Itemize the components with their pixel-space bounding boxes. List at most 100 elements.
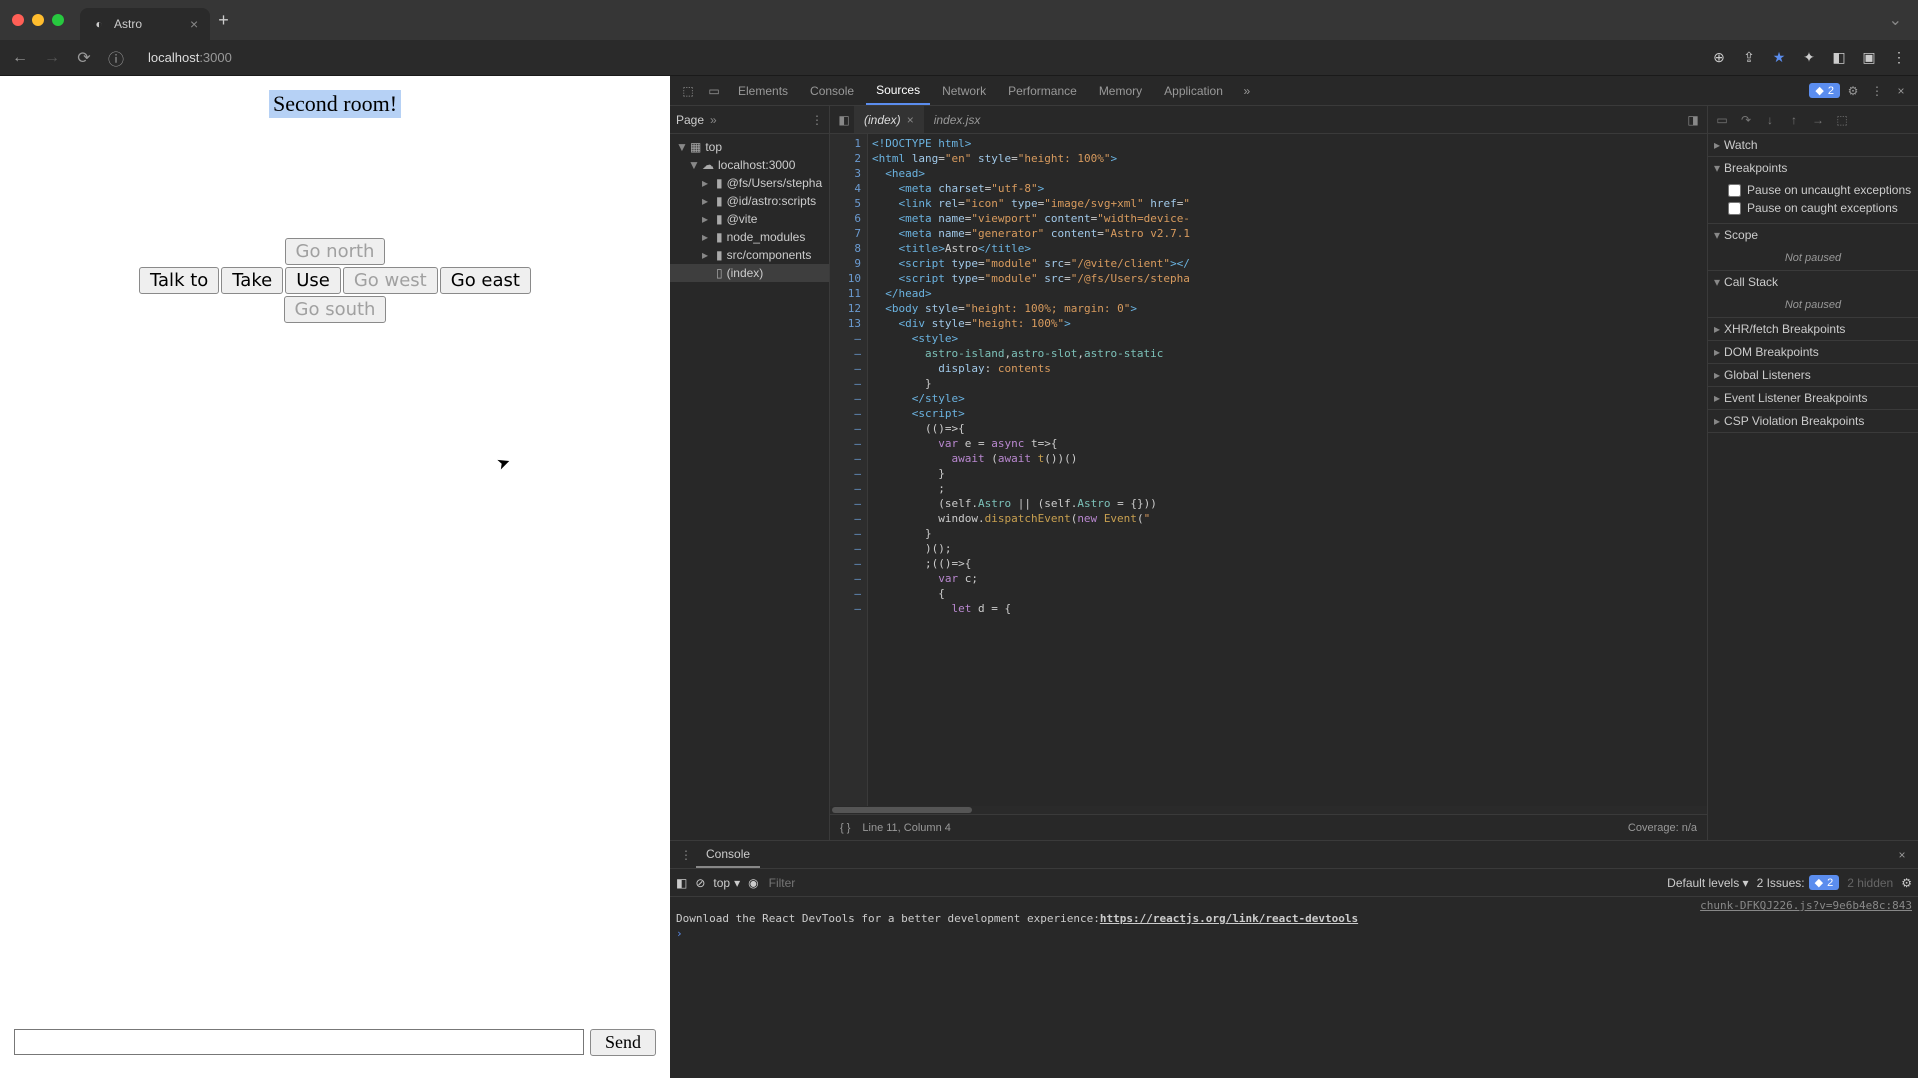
- editor-status-bar: { } Line 11, Column 4 Coverage: n/a: [830, 814, 1707, 840]
- global-section[interactable]: ▸Global Listeners: [1708, 364, 1918, 386]
- device-icon[interactable]: ▭: [702, 84, 726, 98]
- deactivate-icon[interactable]: ⬚: [1832, 113, 1852, 127]
- go-east-button[interactable]: Go east: [440, 267, 531, 294]
- zoom-icon[interactable]: ⊕: [1708, 49, 1730, 66]
- step-into-icon[interactable]: ↓: [1760, 113, 1780, 127]
- console-drawer: ⋮ Console × ◧ ⊘ top ▾ ◉ Default levels ▾…: [670, 840, 1918, 1078]
- step-over-icon[interactable]: ↷: [1736, 113, 1756, 127]
- pause-uncaught-checkbox[interactable]: Pause on uncaught exceptions: [1728, 181, 1912, 199]
- pause-icon[interactable]: ▭: [1712, 113, 1732, 127]
- toggle-nav-icon[interactable]: ◧: [834, 113, 854, 127]
- talk-to-button[interactable]: Talk to: [139, 267, 219, 294]
- event-section[interactable]: ▸Event Listener Breakpoints: [1708, 387, 1918, 409]
- cursor-icon: ➤: [494, 451, 513, 474]
- site-info-icon[interactable]: ⓘ: [104, 46, 128, 70]
- tab-elements[interactable]: Elements: [728, 76, 798, 105]
- sidepanel-icon[interactable]: ◧: [1828, 49, 1850, 66]
- nav-tab-page[interactable]: Page»: [676, 113, 717, 127]
- issues-badge[interactable]: ◆ 2: [1809, 83, 1840, 98]
- tab-application[interactable]: Application: [1154, 76, 1233, 105]
- horizontal-scrollbar[interactable]: [830, 806, 1707, 814]
- console-toolbar: ◧ ⊘ top ▾ ◉ Default levels ▾ 2 Issues: ◆…: [670, 869, 1918, 897]
- menu-icon[interactable]: ⋮: [1888, 49, 1910, 66]
- tab-network[interactable]: Network: [932, 76, 996, 105]
- callstack-section[interactable]: ▾Call Stack: [1708, 271, 1918, 293]
- devtools-menu-icon[interactable]: ⋮: [1866, 84, 1888, 98]
- drawer-menu-icon[interactable]: ⋮: [676, 848, 696, 862]
- file-tree: ▼▦top ▼☁localhost:3000 ▸▮@fs/Users/steph…: [670, 134, 829, 286]
- console-settings-icon[interactable]: ⚙: [1901, 876, 1912, 890]
- step-icon[interactable]: →: [1808, 113, 1828, 127]
- console-context[interactable]: top ▾: [713, 876, 740, 890]
- pause-caught-checkbox[interactable]: Pause on caught exceptions: [1728, 199, 1912, 217]
- live-expr-icon[interactable]: ◉: [748, 876, 758, 890]
- tab-performance[interactable]: Performance: [998, 76, 1087, 105]
- url-field[interactable]: localhost:3000: [136, 50, 1700, 65]
- forward-button[interactable]: →: [40, 49, 64, 67]
- tabs-dropdown-icon[interactable]: ⌄: [1889, 10, 1902, 30]
- address-bar: ← → ⟳ ⓘ localhost:3000 ⊕ ⇪ ★ ✦ ◧ ▣ ⋮: [0, 40, 1918, 76]
- editor-tab-indexjsx[interactable]: index.jsx: [924, 106, 991, 133]
- tab-close-icon[interactable]: ×: [190, 16, 198, 32]
- step-out-icon[interactable]: ↑: [1784, 113, 1804, 127]
- drawer-tab-console[interactable]: Console: [696, 841, 760, 868]
- dom-section[interactable]: ▸DOM Breakpoints: [1708, 341, 1918, 363]
- use-button[interactable]: Use: [285, 267, 341, 294]
- back-button[interactable]: ←: [8, 49, 32, 67]
- tree-folder[interactable]: ▸▮src/components: [670, 246, 829, 264]
- line-gutter: 1 2 3 4 5 6 7 8 9 10 11 12 13 – – – – – …: [830, 134, 868, 806]
- console-source-link[interactable]: chunk-DFKQJ226.js?v=9e6b4e8c:843: [676, 899, 1912, 912]
- tab-console[interactable]: Console: [800, 76, 864, 105]
- tree-host[interactable]: ▼☁localhost:3000: [670, 156, 829, 174]
- close-icon[interactable]: ×: [907, 113, 914, 127]
- new-tab-button[interactable]: +: [218, 10, 229, 31]
- nav-more-icon[interactable]: ⋮: [811, 113, 823, 127]
- console-filter-input[interactable]: [767, 875, 1660, 891]
- tab-memory[interactable]: Memory: [1089, 76, 1152, 105]
- bookmark-star-icon[interactable]: ★: [1768, 49, 1790, 66]
- drawer-close-icon[interactable]: ×: [1892, 848, 1912, 862]
- extensions-icon[interactable]: ✦: [1798, 49, 1820, 66]
- minimize-window-button[interactable]: [32, 14, 44, 26]
- reload-button[interactable]: ⟳: [72, 48, 96, 68]
- profile-icon[interactable]: ▣: [1858, 49, 1880, 66]
- tree-folder[interactable]: ▸▮@id/astro:scripts: [670, 192, 829, 210]
- command-input[interactable]: [14, 1029, 584, 1055]
- share-icon[interactable]: ⇪: [1738, 49, 1760, 66]
- tree-folder[interactable]: ▸▮@vite: [670, 210, 829, 228]
- format-icon[interactable]: { }: [840, 822, 850, 834]
- take-button[interactable]: Take: [221, 267, 283, 294]
- scope-section[interactable]: ▾Scope: [1708, 224, 1918, 246]
- log-levels-dropdown[interactable]: Default levels ▾: [1667, 876, 1748, 890]
- more-tabs-icon[interactable]: »: [1235, 84, 1259, 98]
- tree-file-index[interactable]: ▯(index): [670, 264, 829, 282]
- toggle-side-icon[interactable]: ◨: [1683, 113, 1703, 127]
- tree-folder[interactable]: ▸▮@fs/Users/stepha: [670, 174, 829, 192]
- code-area[interactable]: 1 2 3 4 5 6 7 8 9 10 11 12 13 – – – – – …: [830, 134, 1707, 806]
- go-north-button[interactable]: Go north: [285, 238, 386, 265]
- go-south-button[interactable]: Go south: [284, 296, 387, 323]
- browser-tab[interactable]: ◐ Astro ×: [80, 8, 210, 40]
- csp-section[interactable]: ▸CSP Violation Breakpoints: [1708, 410, 1918, 432]
- send-button[interactable]: Send: [590, 1029, 656, 1056]
- watch-section[interactable]: ▸Watch: [1708, 134, 1918, 156]
- breakpoints-section[interactable]: ▾Breakpoints: [1708, 157, 1918, 179]
- editor-tab-index[interactable]: (index)×: [854, 106, 924, 133]
- console-sidebar-icon[interactable]: ◧: [676, 876, 687, 890]
- devtools-close-icon[interactable]: ×: [1890, 84, 1912, 98]
- inspect-icon[interactable]: ⬚: [676, 84, 700, 98]
- browser-titlebar: ◐ Astro × + ⌄: [0, 0, 1918, 40]
- console-prompt[interactable]: ›: [676, 925, 1912, 942]
- xhr-section[interactable]: ▸XHR/fetch Breakpoints: [1708, 318, 1918, 340]
- go-west-button[interactable]: Go west: [343, 267, 438, 294]
- maximize-window-button[interactable]: [52, 14, 64, 26]
- tab-title: Astro: [114, 17, 142, 31]
- tree-folder[interactable]: ▸▮node_modules: [670, 228, 829, 246]
- console-link[interactable]: https://reactjs.org/link/react-devtools: [1100, 912, 1358, 925]
- console-issues[interactable]: 2 Issues: ◆ 2: [1757, 875, 1840, 890]
- close-window-button[interactable]: [12, 14, 24, 26]
- tab-sources[interactable]: Sources: [866, 76, 930, 105]
- tree-top[interactable]: ▼▦top: [670, 138, 829, 156]
- settings-gear-icon[interactable]: ⚙: [1842, 84, 1864, 98]
- clear-console-icon[interactable]: ⊘: [695, 876, 705, 890]
